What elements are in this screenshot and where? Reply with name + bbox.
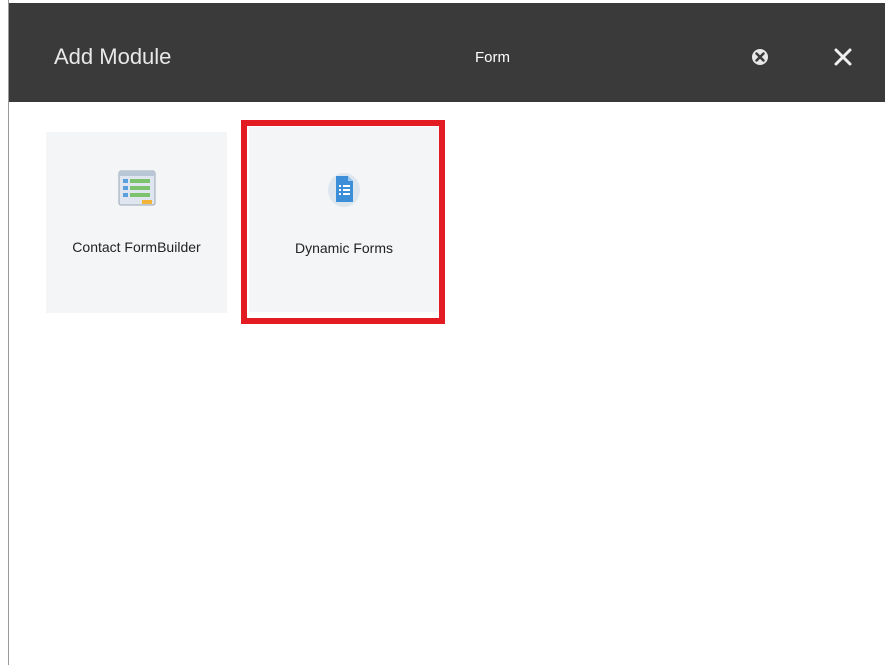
module-card-dynamic-forms[interactable]: Dynamic Forms <box>249 127 439 312</box>
form-builder-icon <box>118 170 155 206</box>
document-list-icon <box>328 173 360 207</box>
module-label: Contact FormBuilder <box>72 239 201 255</box>
add-module-dialog: Add Module Form Contact FormBuilder Dyna… <box>8 0 885 665</box>
search-input[interactable]: Form <box>475 49 510 67</box>
circle-x-icon <box>752 49 768 65</box>
close-icon <box>834 48 852 66</box>
dialog-header: Add Module Form <box>9 3 885 102</box>
dialog-title: Add Module <box>54 44 172 69</box>
module-label: Dynamic Forms <box>294 240 393 256</box>
close-button[interactable] <box>831 45 855 69</box>
module-card-contact-formbuilder[interactable]: Contact FormBuilder <box>46 132 227 313</box>
clear-search-button[interactable] <box>750 47 770 67</box>
